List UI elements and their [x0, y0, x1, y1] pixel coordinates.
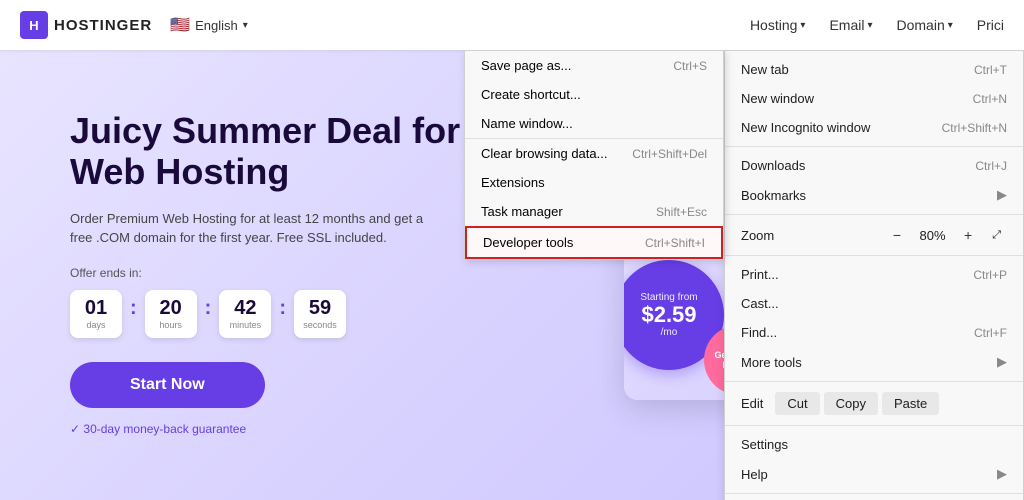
- paste-button[interactable]: Paste: [882, 392, 939, 415]
- countdown-seconds: 59 seconds: [294, 290, 346, 338]
- cut-button[interactable]: Cut: [775, 392, 819, 415]
- hero-description: Order Premium Web Hosting for at least 1…: [70, 209, 440, 248]
- logo-text: HOSTINGER: [54, 17, 152, 34]
- zoom-expand-button[interactable]: ⤢: [986, 227, 1007, 244]
- menu-cast[interactable]: Cast...: [725, 289, 1023, 318]
- menu-new-tab[interactable]: New tab Ctrl+T: [725, 55, 1023, 84]
- menu-more-tools[interactable]: More tools ▶: [725, 347, 1023, 377]
- copy-button[interactable]: Copy: [824, 392, 878, 415]
- zoom-row: Zoom − 80% + ⤢: [725, 219, 1023, 251]
- hero-section: Juicy Summer Deal for Web Hosting Order …: [0, 50, 1024, 500]
- menu-section-edit: Edit Cut Copy Paste: [725, 382, 1023, 426]
- countdown-timer: 01 days : 20 hours : 42 minutes : 59 sec…: [70, 290, 490, 338]
- countdown-sep-3: :: [279, 297, 286, 320]
- nav-hosting[interactable]: Hosting ▾: [750, 17, 806, 33]
- context-menu[interactable]: New tab Ctrl+T New window Ctrl+N New Inc…: [724, 50, 1024, 500]
- browser-dot-3: [668, 91, 678, 101]
- menu-new-incognito[interactable]: New Incognito window Ctrl+Shift+N: [725, 113, 1023, 142]
- countdown-minutes: 42 minutes: [219, 290, 271, 338]
- menu-section-new: New tab Ctrl+T New window Ctrl+N New Inc…: [725, 51, 1023, 147]
- language-label: English: [195, 18, 238, 33]
- menu-print[interactable]: Print... Ctrl+P: [725, 260, 1023, 289]
- flag-icon: 🇺🇸: [170, 15, 190, 35]
- money-back-text: 30-day money-back guarantee: [70, 422, 246, 436]
- chevron-down-icon: ▾: [800, 20, 805, 31]
- browser-dot-1: [636, 91, 646, 101]
- menu-save-page[interactable]: Save page as... Ctrl+S: [465, 51, 723, 80]
- browser-dot-2: [652, 91, 662, 101]
- edit-row: Edit Cut Copy Paste: [725, 386, 1023, 421]
- nav-pricing[interactable]: Prici: [977, 17, 1004, 33]
- hero-content: Juicy Summer Deal for Web Hosting Order …: [70, 110, 490, 438]
- menu-section-zoom: Zoom − 80% + ⤢: [725, 215, 1023, 256]
- countdown-sep-1: :: [130, 297, 137, 320]
- logo-icon: H: [20, 11, 48, 39]
- countdown-days: 01 days: [70, 290, 122, 338]
- nav-right: Hosting ▾ Email ▾ Domain ▾ Prici: [750, 17, 1004, 33]
- nav-email[interactable]: Email ▾: [829, 17, 872, 33]
- menu-bookmarks[interactable]: Bookmarks ▶: [725, 180, 1023, 210]
- menu-downloads[interactable]: Downloads Ctrl+J: [725, 151, 1023, 180]
- navbar: H HOSTINGER 🇺🇸 English ▾ Hosting ▾ Email…: [0, 0, 1024, 50]
- menu-section-exit: Exit: [725, 494, 1023, 500]
- zoom-minus-button[interactable]: −: [887, 225, 907, 245]
- menu-section-print: Print... Ctrl+P Cast... Find... Ctrl+F M…: [725, 256, 1023, 382]
- start-now-button[interactable]: Start Now: [70, 362, 265, 408]
- hero-title: Juicy Summer Deal for Web Hosting: [70, 110, 490, 193]
- countdown-sep-2: :: [205, 297, 212, 320]
- chevron-down-icon: ▾: [948, 20, 953, 31]
- menu-help[interactable]: Help ▶: [725, 459, 1023, 489]
- countdown-hours: 20 hours: [145, 290, 197, 338]
- menu-new-window[interactable]: New window Ctrl+N: [725, 84, 1023, 113]
- chevron-down-icon: ▾: [867, 20, 872, 31]
- menu-find[interactable]: Find... Ctrl+F: [725, 318, 1023, 347]
- zoom-plus-button[interactable]: +: [958, 225, 978, 245]
- menu-settings[interactable]: Settings: [725, 430, 1023, 459]
- chevron-down-icon: ▾: [243, 20, 248, 31]
- logo[interactable]: H HOSTINGER: [20, 11, 152, 39]
- nav-domain[interactable]: Domain ▾: [896, 17, 952, 33]
- menu-section-downloads: Downloads Ctrl+J Bookmarks ▶: [725, 147, 1023, 215]
- menu-section-settings: Settings Help ▶: [725, 426, 1023, 494]
- offer-label: Offer ends in:: [70, 266, 490, 280]
- language-selector[interactable]: 🇺🇸 English ▾: [170, 15, 248, 35]
